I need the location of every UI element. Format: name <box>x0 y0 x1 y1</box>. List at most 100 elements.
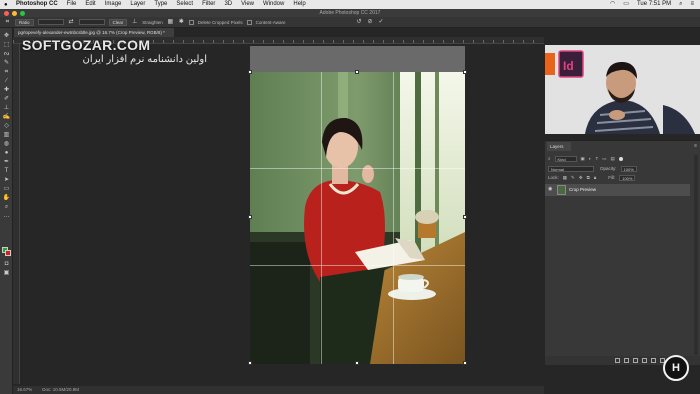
pen-tool-icon[interactable]: ✒ <box>2 158 11 166</box>
settings-gear-icon[interactable]: ✱ <box>178 19 185 26</box>
cancel-icon[interactable]: ⊘ <box>367 19 374 26</box>
hand-tool-icon[interactable]: ✋ <box>2 194 11 202</box>
ratio-width-field[interactable] <box>37 19 64 25</box>
crop-grid-line <box>250 168 465 169</box>
shape-tool-icon[interactable]: ▭ <box>2 185 11 193</box>
menu-type[interactable]: Type <box>154 0 167 9</box>
commit-check-icon[interactable]: ✓ <box>378 19 385 26</box>
adjustment-layer-icon[interactable] <box>642 358 647 363</box>
quick-select-tool-icon[interactable]: ✎ <box>2 59 11 67</box>
menu-file[interactable]: File <box>67 0 77 9</box>
visibility-eye-icon[interactable]: ◉ <box>548 186 552 192</box>
ruler-tick <box>383 40 384 43</box>
filter-shape-icon[interactable]: ▭ <box>602 155 606 162</box>
layer-style-icon[interactable] <box>624 358 629 363</box>
crop-handle-bottom-left[interactable] <box>248 361 252 365</box>
straighten-icon[interactable]: ⊥ <box>131 19 138 26</box>
filter-type-icon[interactable]: T <box>596 155 599 162</box>
marquee-tool-icon[interactable]: ⬚ <box>2 41 11 49</box>
filter-smart-icon[interactable]: ▤ <box>611 155 615 162</box>
brush-tool-icon[interactable]: ✐ <box>2 95 11 103</box>
opacity-field[interactable]: 100% <box>620 165 637 172</box>
filter-search-icon[interactable]: ⌕ <box>548 155 551 162</box>
document-tab[interactable]: pgrlopevefy-alexander-ewtnbcsbtle.jpg @ … <box>14 28 174 37</box>
search-icon[interactable]: ⌕ <box>679 0 682 9</box>
add-mask-icon[interactable] <box>633 358 638 363</box>
quick-mask-icon[interactable]: ◘ <box>2 260 11 268</box>
filter-adjust-icon[interactable]: ◐ <box>589 155 592 162</box>
layer-row[interactable]: ◉ Crop Preview <box>545 184 690 196</box>
screen-mode-icon[interactable]: ▣ <box>2 269 11 277</box>
crop-tool-icon[interactable]: ⌗ <box>2 68 11 76</box>
zoom-level[interactable]: 16.67% <box>17 386 32 394</box>
crop-handle-bottom[interactable] <box>355 361 359 365</box>
gradient-tool-icon[interactable]: ▥ <box>2 131 11 139</box>
lasso-tool-icon[interactable]: ᔓ <box>2 50 11 58</box>
menu-select[interactable]: Select <box>176 0 193 9</box>
window-title: Adobe Photoshop CC 2017 <box>319 10 381 16</box>
ruler-tick <box>13 40 14 43</box>
blend-mode-select[interactable]: Normal <box>548 165 594 172</box>
menu-3d[interactable]: 3D <box>224 0 232 9</box>
menu-image[interactable]: Image <box>105 0 122 9</box>
ratio-select[interactable]: Ratio <box>15 18 34 26</box>
history-brush-tool-icon[interactable]: ✍ <box>2 113 11 121</box>
delete-cropped-checkbox[interactable] <box>188 19 194 25</box>
crop-handle-left[interactable] <box>248 215 252 219</box>
menu-layer[interactable]: Layer <box>130 0 145 9</box>
filter-kind-select[interactable]: Kind <box>554 155 577 162</box>
menu-edit[interactable]: Edit <box>85 0 95 9</box>
content-aware-checkbox[interactable] <box>246 19 252 25</box>
menu-filter[interactable]: Filter <box>202 0 215 9</box>
lock-pixels-icon[interactable]: ▦ <box>563 174 567 181</box>
menu-app-name[interactable]: Photoshop CC <box>16 0 58 9</box>
menu-view[interactable]: View <box>241 0 254 9</box>
ratio-height-field[interactable] <box>78 19 105 25</box>
layer-filter-row: ⌕ Kind ▣ ◐ T ▭ ▤ <box>548 155 623 162</box>
menu-help[interactable]: Help <box>293 0 305 9</box>
clock[interactable]: Tue 7:51 PM <box>637 0 671 9</box>
apple-icon[interactable]: ● <box>4 2 10 8</box>
eraser-tool-icon[interactable]: ◇ <box>2 122 11 130</box>
crop-handle-top-left[interactable] <box>248 70 252 74</box>
link-layers-icon[interactable] <box>615 358 620 363</box>
more-tools-icon[interactable]: … <box>2 212 11 220</box>
healing-tool-icon[interactable]: ✚ <box>2 86 11 94</box>
filter-toggle-icon[interactable] <box>618 156 623 161</box>
overlay-grid-icon[interactable]: ▦ <box>167 19 174 26</box>
layers-tab[interactable]: Layers <box>547 142 571 151</box>
new-group-icon[interactable] <box>651 358 656 363</box>
path-select-tool-icon[interactable]: ➤ <box>2 176 11 184</box>
crop-handle-right[interactable] <box>463 215 467 219</box>
type-tool-icon[interactable]: T <box>2 167 11 175</box>
layer-name[interactable]: Crop Preview <box>569 184 596 196</box>
swap-icon[interactable]: ⇄ <box>68 19 75 26</box>
doc-info[interactable]: Doc: 10.5M/20.9M <box>42 386 79 394</box>
layers-scrollbar[interactable] <box>694 155 698 355</box>
eyedropper-tool-icon[interactable]: ∕ <box>2 77 11 85</box>
lock-image-icon[interactable]: ✎ <box>571 174 575 181</box>
clear-button[interactable]: Clear <box>108 18 128 26</box>
crop-handle-bottom-right[interactable] <box>463 361 467 365</box>
lock-position-icon[interactable]: ✥ <box>579 174 583 181</box>
reset-icon[interactable]: ↺ <box>356 19 363 26</box>
filter-pixel-icon[interactable]: ▣ <box>581 155 585 162</box>
background-color-swatch[interactable] <box>5 250 11 256</box>
dodge-tool-icon[interactable]: ● <box>2 149 11 157</box>
lock-artboard-icon[interactable]: ⧉ <box>587 174 590 181</box>
crop-handle-top-right[interactable] <box>463 70 467 74</box>
lock-all-icon[interactable]: 🔒︎ <box>594 174 596 181</box>
move-tool-icon[interactable]: ✥ <box>2 32 11 40</box>
fill-field[interactable]: 100% <box>619 174 636 181</box>
canvas-photo[interactable] <box>250 72 465 364</box>
crop-handle-top[interactable] <box>355 70 359 74</box>
menu-list-icon[interactable]: ≡ <box>690 0 694 9</box>
blur-tool-icon[interactable]: ◍ <box>2 140 11 148</box>
wifi-icon[interactable]: ◠ <box>610 0 615 9</box>
stamp-tool-icon[interactable]: ⊥ <box>2 104 11 112</box>
crop-tool-icon[interactable]: ⌗ <box>4 19 11 26</box>
zoom-tool-icon[interactable]: ⌕ <box>2 203 11 211</box>
battery-icon[interactable]: ▭ <box>623 0 629 9</box>
menu-window[interactable]: Window <box>263 0 284 9</box>
panel-menu-icon[interactable]: ≡ <box>694 143 697 149</box>
